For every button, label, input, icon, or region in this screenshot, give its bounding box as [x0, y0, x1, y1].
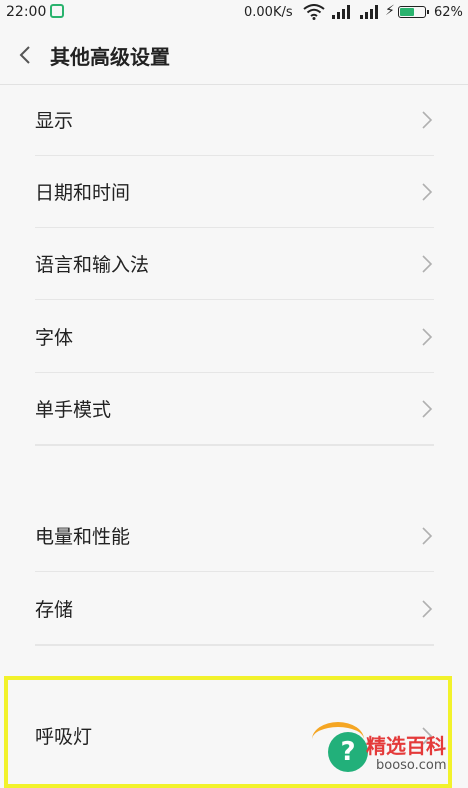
row-divider [35, 299, 434, 300]
settings-row-label: 存储 [35, 599, 74, 621]
group-divider [35, 445, 434, 446]
back-arrow-icon[interactable] [14, 41, 38, 69]
settings-row[interactable]: 日期和时间 [0, 156, 468, 228]
settings-row[interactable]: 存储 [0, 573, 468, 645]
battery-fill [400, 8, 414, 16]
settings-row[interactable]: 单手模式 [0, 373, 468, 445]
settings-row-label: 显示 [35, 110, 74, 132]
app-notification-icon [50, 4, 64, 18]
help-circle-icon: ? [328, 732, 368, 772]
settings-row-label: 日期和时间 [35, 182, 131, 204]
chevron-right-icon [422, 183, 433, 201]
signal-icon-2 [360, 5, 378, 19]
title-bar: 其他高级设置 [0, 26, 468, 85]
battery-percent: 62% [434, 5, 463, 20]
watermark-domain: booso.com [376, 758, 447, 773]
watermark-logo: ? 精选百科 booso.com [308, 718, 468, 783]
watermark-brand: 精选百科 [366, 734, 446, 758]
settings-row-label: 电量和性能 [35, 526, 131, 548]
group-divider [35, 645, 434, 646]
chevron-right-icon [422, 328, 433, 346]
chevron-right-icon [422, 527, 433, 545]
chevron-right-icon [422, 400, 433, 418]
status-time: 22:00 [6, 4, 47, 20]
wifi-icon [303, 4, 325, 20]
settings-row-label: 语言和输入法 [35, 254, 150, 276]
chevron-right-icon [422, 255, 433, 273]
settings-row-label: 单手模式 [35, 399, 112, 421]
settings-row[interactable]: 语言和输入法 [0, 228, 468, 300]
chevron-right-icon [422, 111, 433, 129]
settings-row-label: 字体 [35, 327, 74, 349]
signal-icon [332, 5, 350, 19]
settings-row[interactable]: 字体 [0, 301, 468, 373]
network-speed: 0.00K/s [244, 5, 293, 20]
chevron-right-icon [422, 600, 433, 618]
settings-row[interactable]: 电量和性能 [0, 500, 468, 572]
settings-row[interactable]: 显示 [0, 84, 468, 156]
page-title: 其他高级设置 [50, 45, 170, 69]
charging-icon: ⚡ [385, 3, 395, 19]
status-bar: 22:00 0.00K/s ⚡ 62% [0, 0, 468, 26]
battery-icon [398, 6, 429, 18]
row-divider [35, 571, 434, 572]
